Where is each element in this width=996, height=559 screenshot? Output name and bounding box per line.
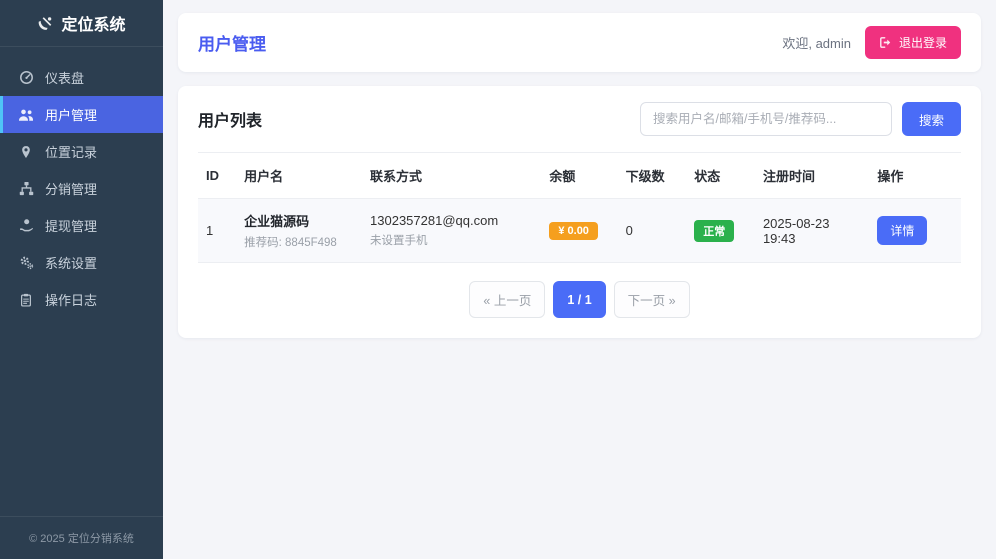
col-header-contact: 联系方式 (362, 152, 542, 199)
logout-icon (879, 36, 892, 49)
pagination: « 上一页 1 / 1 下一页 » (198, 281, 961, 318)
sidebar-item-distribution[interactable]: 分销管理 (0, 170, 163, 207)
sidebar-item-dashboard[interactable]: 仪表盘 (0, 59, 163, 96)
cell-id: 1 (206, 223, 214, 238)
sidebar-item-label: 用户管理 (45, 108, 98, 123)
search-button[interactable]: 搜索 (901, 102, 961, 136)
sidebar-item-settings[interactable]: 系统设置 (0, 244, 163, 281)
withdraw-icon (18, 218, 34, 234)
sidebar-item-label: 位置记录 (45, 145, 98, 160)
prev-page-button[interactable]: « 上一页 (469, 281, 546, 318)
app-window: 定位系统 仪表盘 用户管理 位置记录 分销管理 提现管理 系统设置 操作日志 ©… (0, 0, 996, 559)
email-text: 1302357281@qq.com (370, 213, 499, 228)
phone-text: 未设置手机 (370, 235, 428, 247)
gears-icon (18, 255, 34, 271)
table-row: 1 企业猫源码 推荐码: 8845F498 1302357281@qq.com … (198, 198, 961, 263)
welcome-text: 欢迎, admin (782, 36, 851, 51)
sidebar-item-label: 分销管理 (45, 182, 98, 197)
app-logo: 定位系统 (0, 0, 163, 47)
username-text: 企业猫源码 (244, 214, 310, 229)
sidebar: 定位系统 仪表盘 用户管理 位置记录 分销管理 提现管理 系统设置 操作日志 ©… (0, 0, 163, 559)
sidebar-item-label: 系统设置 (45, 256, 98, 271)
logout-label: 退出登录 (898, 36, 947, 50)
balance-badge: ¥ 0.00 (549, 221, 598, 240)
sitemap-icon (18, 181, 34, 197)
users-icon (18, 107, 34, 123)
cell-balance: ¥ 0.00 (541, 199, 617, 263)
col-header-id: ID (198, 152, 237, 199)
panel-header: 用户列表 搜索 (198, 102, 961, 136)
sidebar-footer: © 2025 定位分销系统 (0, 516, 163, 559)
cell-status: 正常 (686, 199, 755, 263)
user-table: ID 用户名 联系方式 余额 下级数 状态 注册时间 操作 1 企业猫源码 推荐… (198, 152, 961, 263)
sidebar-item-locations[interactable]: 位置记录 (0, 133, 163, 170)
table-header-row: ID 用户名 联系方式 余额 下级数 状态 注册时间 操作 (198, 152, 961, 199)
panel-title: 用户列表 (198, 113, 263, 130)
col-header-subordinates: 下级数 (617, 152, 687, 199)
search-group: 搜索 (639, 102, 961, 136)
col-header-status: 状态 (686, 152, 755, 199)
sidebar-item-label: 提现管理 (45, 219, 98, 234)
logout-button[interactable]: 退出登录 (864, 26, 961, 59)
sidebar-item-withdrawals[interactable]: 提现管理 (0, 207, 163, 244)
satellite-dish-icon (37, 15, 53, 31)
sidebar-item-logs[interactable]: 操作日志 (0, 281, 163, 318)
next-page-button[interactable]: 下一页 » (613, 281, 690, 318)
col-header-actions: 操作 (869, 152, 961, 199)
cell-contact: 1302357281@qq.com 未设置手机 (362, 199, 541, 263)
map-marker-icon (18, 144, 34, 160)
header-actions: 欢迎, admin 退出登录 (782, 26, 961, 59)
sidebar-item-label: 操作日志 (45, 293, 98, 308)
cell-subordinates: 0 (625, 223, 633, 238)
cell-username: 企业猫源码 推荐码: 8845F498 (236, 199, 362, 263)
current-page-button[interactable]: 1 / 1 (553, 281, 606, 318)
sidebar-menu: 仪表盘 用户管理 位置记录 分销管理 提现管理 系统设置 操作日志 (0, 47, 163, 516)
page-title: 用户管理 (198, 35, 266, 54)
sidebar-item-users[interactable]: 用户管理 (0, 96, 163, 133)
search-input[interactable] (639, 102, 892, 136)
col-header-username: 用户名 (236, 152, 363, 199)
page-header: 用户管理 欢迎, admin 退出登录 (178, 13, 981, 72)
sidebar-item-label: 仪表盘 (45, 71, 85, 86)
col-header-balance: 余额 (541, 152, 618, 199)
app-logo-text: 定位系统 (61, 17, 126, 34)
ref-code-text: 推荐码: 8845F498 (244, 237, 337, 249)
detail-button[interactable]: 详情 (877, 216, 928, 245)
cell-actions: 详情 (869, 199, 961, 263)
cell-registered: 2025-08-23 19:43 (762, 215, 830, 246)
gauge-icon (18, 70, 34, 86)
status-badge: 正常 (694, 219, 735, 242)
user-list-panel: 用户列表 搜索 ID 用户名 联系方式 余额 下级数 状态 注册时间 (178, 86, 981, 338)
clipboard-icon (18, 292, 34, 308)
main-content: 用户管理 欢迎, admin 退出登录 用户列表 搜索用户名/邮箱/手机号/推荐… (163, 0, 996, 559)
col-header-registered: 注册时间 (754, 152, 870, 199)
